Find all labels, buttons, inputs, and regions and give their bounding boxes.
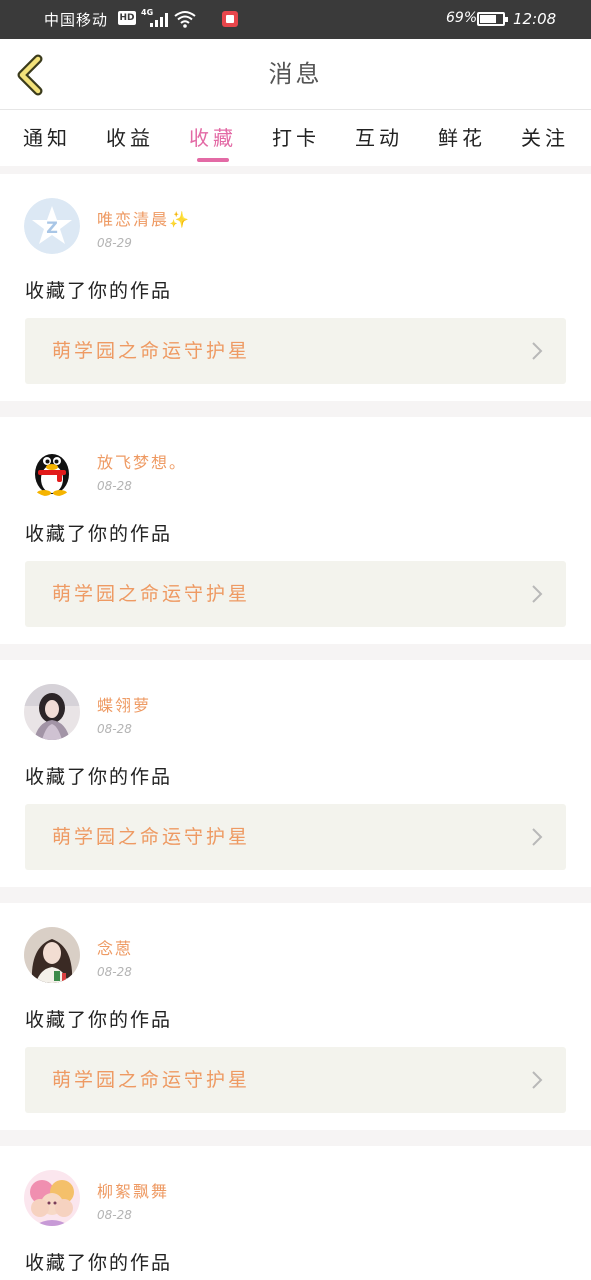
app-notification-icon: [222, 11, 238, 27]
message-date: 08-28: [97, 722, 132, 736]
tab-following[interactable]: 关注: [510, 122, 580, 151]
chevron-right-icon: [532, 1071, 543, 1089]
avatar[interactable]: [24, 1170, 80, 1226]
page-title: 消息: [268, 60, 323, 88]
username[interactable]: 放飞梦想。: [97, 449, 187, 473]
tab-flowers[interactable]: 鲜花: [427, 122, 497, 151]
tab-checkin[interactable]: 打卡: [261, 122, 331, 151]
chevron-right-icon: [532, 585, 543, 603]
divider: [0, 644, 591, 660]
work-link[interactable]: 萌学园之命运守护星: [25, 318, 566, 384]
username[interactable]: 念蒽: [97, 935, 133, 959]
tab-interaction[interactable]: 互动: [344, 122, 414, 151]
username[interactable]: 蝶翎萝: [97, 692, 151, 716]
divider: [0, 887, 591, 903]
action-text: 收藏了你的作品: [25, 1252, 173, 1274]
tab-favorites[interactable]: 收藏: [178, 122, 248, 151]
active-tab-indicator: [197, 158, 229, 162]
action-text: 收藏了你的作品: [25, 523, 173, 545]
avatar[interactable]: Z: [24, 198, 80, 254]
chevron-left-icon: [17, 54, 43, 96]
message-date: 08-28: [97, 479, 132, 493]
avatar[interactable]: [24, 441, 80, 497]
chevron-right-icon: [532, 342, 543, 360]
work-title: 萌学园之命运守护星: [52, 583, 251, 605]
svg-text:Z: Z: [46, 218, 58, 237]
username[interactable]: 柳絮飘舞: [97, 1178, 169, 1202]
action-text: 收藏了你的作品: [25, 766, 173, 788]
tab-notifications[interactable]: 通知: [12, 122, 82, 151]
tab-earnings[interactable]: 收益: [95, 122, 165, 151]
message-card: 念蒽 08-28 收藏了你的作品 萌学园之命运守护星: [0, 903, 591, 1130]
hd-icon: HD: [118, 11, 136, 25]
clock: 12:08: [513, 10, 557, 28]
signal-icon: [150, 12, 170, 27]
work-title: 萌学园之命运守护星: [52, 340, 251, 362]
back-button[interactable]: [12, 53, 52, 97]
battery-icon: [477, 12, 508, 26]
message-card: Z 唯恋清晨✨ 08-29 收藏了你的作品 萌学园之命运守护星: [0, 174, 591, 401]
divider: [0, 1130, 591, 1146]
avatar[interactable]: [24, 927, 80, 983]
divider: [0, 166, 591, 174]
work-link[interactable]: 萌学园之命运守护星: [25, 561, 566, 627]
work-link[interactable]: 萌学园之命运守护星: [25, 804, 566, 870]
wifi-icon: [174, 11, 196, 28]
avatar[interactable]: [24, 684, 80, 740]
divider: [0, 401, 591, 417]
message-date: 08-29: [97, 236, 132, 250]
action-text: 收藏了你的作品: [25, 280, 173, 302]
work-link[interactable]: 萌学园之命运守护星: [25, 1047, 566, 1113]
action-text: 收藏了你的作品: [25, 1009, 173, 1031]
message-date: 08-28: [97, 965, 132, 979]
message-card: 蝶翎萝 08-28 收藏了你的作品 萌学园之命运守护星: [0, 660, 591, 887]
message-card: 放飞梦想。 08-28 收藏了你的作品 萌学园之命运守护星: [0, 417, 591, 644]
status-bar: 中国移动 HD 4G 69% 12:08: [0, 0, 591, 39]
carrier-name: 中国移动: [44, 11, 109, 29]
tab-bar: 通知 收益 收藏 打卡 互动 鲜花 关注: [0, 111, 591, 166]
work-title: 萌学园之命运守护星: [52, 1069, 251, 1091]
message-date: 08-28: [97, 1208, 132, 1222]
battery-percent: 69%: [446, 10, 478, 26]
chevron-right-icon: [532, 828, 543, 846]
username[interactable]: 唯恋清晨✨: [97, 206, 191, 230]
work-title: 萌学园之命运守护星: [52, 826, 251, 848]
header: 消息: [0, 39, 591, 110]
message-card: 柳絮飘舞 08-28 收藏了你的作品: [0, 1146, 591, 1280]
